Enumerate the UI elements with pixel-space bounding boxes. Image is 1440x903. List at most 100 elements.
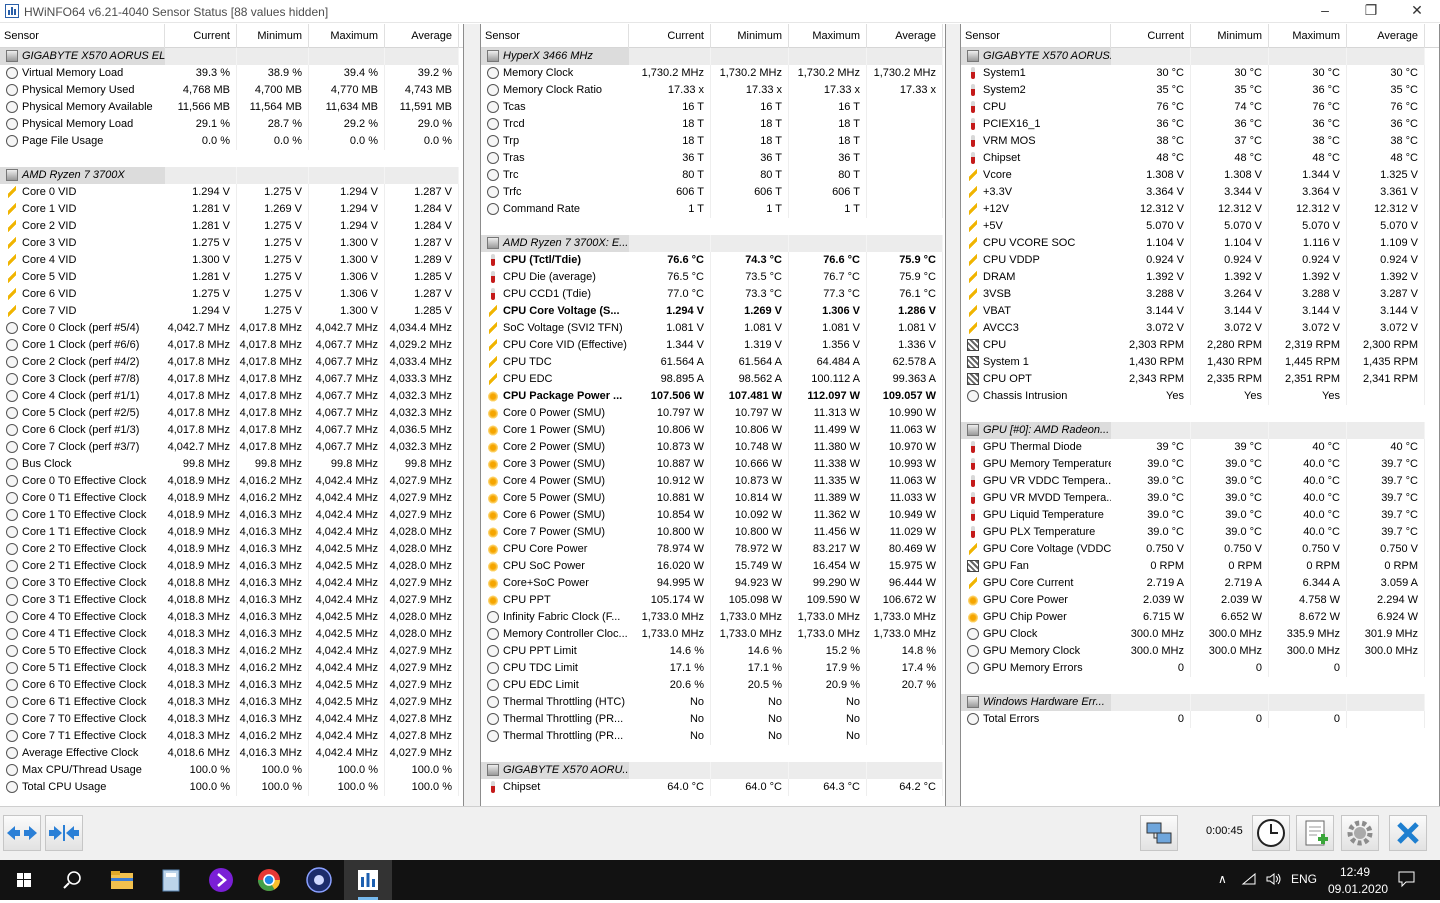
sensor-row[interactable]: GPU Memory Temperature 39.0 °C 39.0 °C 40.0… — [961, 456, 1439, 473]
sensor-row[interactable]: CPU 76 °C 74 °C 76 °C 76 °C — [961, 99, 1439, 116]
expand-columns-button[interactable] — [3, 815, 41, 851]
sensor-row[interactable]: Core 7 Clock (perf #3/7) 4,042.7 MHz 4,017… — [0, 439, 463, 456]
sensor-row[interactable]: CPU VCORE SOC 1.104 V 1.104 V 1.116 V 1.109 … — [961, 235, 1439, 252]
sensor-row[interactable]: CPU Core Voltage (S... 1.294 V 1.269 V 1.30… — [481, 303, 945, 320]
sensor-row[interactable]: CPU EDC Limit 20.6 % 20.5 % 20.9 % 20.7 % — [481, 677, 945, 694]
sensor-row[interactable]: Page File Usage 0.0 % 0.0 % 0.0 % 0.0 % — [0, 133, 463, 150]
sensor-group-header[interactable]: GIGABYTE X570 AORU... — [481, 762, 945, 779]
column-header-current[interactable]: Current — [165, 24, 237, 48]
taskbar-media-app[interactable] — [197, 860, 245, 900]
sensor-row[interactable]: 3VSB 3.288 V 3.264 V 3.288 V 3.287 V — [961, 286, 1439, 303]
sensor-row[interactable]: GPU Thermal Diode 39 °C 39 °C 40 °C 40 °C — [961, 439, 1439, 456]
sensor-row[interactable]: Core 0 T0 Effective Clock 4,018.9 MHz 4,01… — [0, 473, 463, 490]
sensor-row[interactable]: CPU TDC 61.564 A 61.564 A 64.484 A 62.578 A — [481, 354, 945, 371]
sensor-row[interactable]: Core 5 Power (SMU) 10.881 W 10.814 W 11.389… — [481, 490, 945, 507]
sensor-row[interactable]: Thermal Throttling (HTC) No No No — [481, 694, 945, 711]
sensor-row[interactable]: Trc 80 T 80 T 80 T — [481, 167, 945, 184]
sensor-pane[interactable]: Sensor Current Minimum Maximum Average GIGABY… — [0, 24, 464, 806]
sensor-row[interactable]: Core 4 Power (SMU) 10.912 W 10.873 W 11.335… — [481, 473, 945, 490]
column-header-maximum[interactable]: Maximum — [789, 24, 867, 48]
sensor-row[interactable]: CPU (Tctl/Tdie) 76.6 °C 74.3 °C 76.6 °C 75.9… — [481, 252, 945, 269]
sensor-row[interactable]: VBAT 3.144 V 3.144 V 3.144 V 3.144 V — [961, 303, 1439, 320]
sensor-row[interactable]: SoC Voltage (SVI2 TFN) 1.081 V 1.081 V 1.08… — [481, 320, 945, 337]
sensor-row[interactable]: CPU Core Power 78.974 W 78.972 W 83.217 W 80… — [481, 541, 945, 558]
sensor-row[interactable]: Core 1 T0 Effective Clock 4,018.9 MHz 4,01… — [0, 507, 463, 524]
sensor-row[interactable]: GPU VR VDDC Tempera... 39.0 °C 39.0 °C 40.0… — [961, 473, 1439, 490]
sensor-row[interactable]: CPU TDC Limit 17.1 % 17.1 % 17.9 % 17.4 % — [481, 660, 945, 677]
sensor-row[interactable]: Vcore 1.308 V 1.308 V 1.344 V 1.325 V — [961, 167, 1439, 184]
sensor-row[interactable]: Core 2 VID 1.281 V 1.275 V 1.294 V 1.284 V — [0, 218, 463, 235]
column-header-average[interactable]: Average — [385, 24, 459, 48]
sensor-row[interactable]: Core 3 Clock (perf #7/8) 4,017.8 MHz 4,017… — [0, 371, 463, 388]
sensor-row[interactable]: Tras 36 T 36 T 36 T — [481, 150, 945, 167]
sensor-row[interactable]: Core 3 Power (SMU) 10.887 W 10.666 W 11.338… — [481, 456, 945, 473]
tray-volume-icon[interactable] — [1265, 872, 1283, 889]
sensor-row[interactable]: Core 1 Clock (perf #6/6) 4,017.8 MHz 4,017… — [0, 337, 463, 354]
sensor-row[interactable]: DRAM 1.392 V 1.392 V 1.392 V 1.392 V — [961, 269, 1439, 286]
column-header-current[interactable]: Current — [1111, 24, 1191, 48]
column-header-sensor[interactable]: Sensor — [961, 24, 1111, 48]
sensor-row[interactable]: CPU VDDP 0.924 V 0.924 V 0.924 V 0.924 V — [961, 252, 1439, 269]
sensor-row[interactable]: Core 2 Power (SMU) 10.873 W 10.748 W 11.380… — [481, 439, 945, 456]
sensor-row[interactable]: Core 0 VID 1.294 V 1.275 V 1.294 V 1.287 V — [0, 184, 463, 201]
taskbar-file-explorer[interactable] — [98, 860, 146, 900]
sensor-row[interactable]: Average Effective Clock 4,018.6 MHz 4,016.… — [0, 745, 463, 762]
sensor-row[interactable]: Thermal Throttling (PR... No No No — [481, 711, 945, 728]
sensor-row[interactable]: GPU Memory Clock 300.0 MHz 300.0 MHz 300.0 … — [961, 643, 1439, 660]
sensor-row[interactable]: Core 5 T0 Effective Clock 4,018.3 MHz 4,01… — [0, 643, 463, 660]
sensor-row[interactable]: +5V 5.070 V 5.070 V 5.070 V 5.070 V — [961, 218, 1439, 235]
sensor-group-header[interactable]: GIGABYTE X570 AORUS EL... — [0, 48, 463, 65]
sensor-row[interactable]: Core 7 VID 1.294 V 1.275 V 1.300 V 1.285 V — [0, 303, 463, 320]
tray-network-icon[interactable] — [1241, 872, 1259, 889]
sensor-row[interactable]: Core 1 VID 1.281 V 1.269 V 1.294 V 1.284 V — [0, 201, 463, 218]
tray-chevron-up-icon[interactable]: ∧ — [1218, 872, 1227, 886]
sensor-group-header[interactable]: GIGABYTE X570 AORUS... — [961, 48, 1439, 65]
sensor-row[interactable]: CPU 2,303 RPM 2,280 RPM 2,319 RPM 2,300 RPM — [961, 337, 1439, 354]
sensor-row[interactable]: Chipset 64.0 °C 64.0 °C 64.3 °C 64.2 °C — [481, 779, 945, 796]
sensor-row[interactable]: Physical Memory Available 11,566 MB 11,564… — [0, 99, 463, 116]
sensor-row[interactable]: Core 3 VID 1.275 V 1.275 V 1.300 V 1.287 V — [0, 235, 463, 252]
sensor-row[interactable]: GPU PLX Temperature 39.0 °C 39.0 °C 40.0 °C… — [961, 524, 1439, 541]
maximize-button[interactable]: ❐ — [1348, 0, 1394, 22]
taskbar-calculator[interactable] — [147, 860, 195, 900]
sensor-row[interactable]: Memory Controller Cloc... 1,733.0 MHz 1,73… — [481, 626, 945, 643]
sensor-row[interactable]: Core 4 T0 Effective Clock 4,018.3 MHz 4,01… — [0, 609, 463, 626]
sensor-row[interactable]: Core 6 T1 Effective Clock 4,018.3 MHz 4,01… — [0, 694, 463, 711]
sensor-row[interactable]: Core 2 Clock (perf #4/2) 4,017.8 MHz 4,017… — [0, 354, 463, 371]
taskbar-hwinfo[interactable] — [344, 860, 392, 900]
sensor-row[interactable]: CPU PPT Limit 14.6 % 14.6 % 15.2 % 14.8 % — [481, 643, 945, 660]
sensor-row[interactable]: Command Rate 1 T1 T1 T — [481, 201, 945, 218]
sensor-row[interactable]: Core 1 Power (SMU) 10.806 W 10.806 W 11.499… — [481, 422, 945, 439]
sensor-row[interactable]: GPU Core Voltage (VDDC) 0.750 V 0.750 V 0.7… — [961, 541, 1439, 558]
sensor-row[interactable]: VRM MOS 38 °C 37 °C 38 °C 38 °C — [961, 133, 1439, 150]
sensor-row[interactable]: Trfc 606 T 606 T 606 T — [481, 184, 945, 201]
sensor-row[interactable]: Core 5 VID 1.281 V 1.275 V 1.306 V 1.285 V — [0, 269, 463, 286]
sensor-row[interactable]: GPU Fan 0 RPM 0 RPM 0 RPM 0 RPM — [961, 558, 1439, 575]
sensor-row[interactable]: Physical Memory Used 4,768 MB 4,700 MB 4,77… — [0, 82, 463, 99]
sensor-row[interactable]: CPU OPT 2,343 RPM 2,335 RPM 2,351 RPM 2,341 … — [961, 371, 1439, 388]
column-header-maximum[interactable]: Maximum — [1269, 24, 1347, 48]
sensor-pane[interactable]: Sensor Current Minimum Maximum Average HyperX… — [480, 24, 946, 806]
sensor-row[interactable]: System 1 1,430 RPM 1,430 RPM 1,445 RPM 1,435… — [961, 354, 1439, 371]
sensor-row[interactable]: CPU Die (average) 76.5 °C 73.5 °C 76.7 °C 75… — [481, 269, 945, 286]
sensor-group-header[interactable]: Windows Hardware Err... — [961, 694, 1439, 711]
sensor-row[interactable]: Core 1 T1 Effective Clock 4,018.9 MHz 4,01… — [0, 524, 463, 541]
sensor-pane[interactable]: Sensor Current Minimum Maximum Average GIGABY… — [960, 24, 1440, 806]
sensor-row[interactable]: Core 5 T1 Effective Clock 4,018.3 MHz 4,01… — [0, 660, 463, 677]
sensor-row[interactable]: Core 6 Power (SMU) 10.854 W 10.092 W 11.362… — [481, 507, 945, 524]
column-header-minimum[interactable]: Minimum — [1191, 24, 1269, 48]
sensor-row[interactable]: Core 7 T0 Effective Clock 4,018.3 MHz 4,01… — [0, 711, 463, 728]
sensor-row[interactable]: Trcd 18 T 18 T 18 T — [481, 116, 945, 133]
sensor-row[interactable]: Max CPU/Thread Usage 100.0 % 100.0 % 100.0 … — [0, 762, 463, 779]
action-center-button[interactable] — [1398, 870, 1416, 891]
sensor-row[interactable]: Core 6 T0 Effective Clock 4,018.3 MHz 4,01… — [0, 677, 463, 694]
sensor-row[interactable]: Memory Clock Ratio 17.33 x 17.33 x 17.33 x1… — [481, 82, 945, 99]
column-header-sensor[interactable]: Sensor — [481, 24, 629, 48]
taskbar-chrome[interactable] — [245, 860, 293, 900]
sensor-row[interactable]: Core 5 Clock (perf #2/5) 4,017.8 MHz 4,017… — [0, 405, 463, 422]
taskbar-eye-app[interactable] — [295, 860, 343, 900]
sensor-row[interactable]: Core 0 T1 Effective Clock 4,018.9 MHz 4,01… — [0, 490, 463, 507]
sensor-group-header[interactable]: HyperX 3466 MHz — [481, 48, 945, 65]
tray-language[interactable]: ENG — [1291, 872, 1317, 886]
reset-timer-button[interactable] — [1252, 815, 1290, 851]
